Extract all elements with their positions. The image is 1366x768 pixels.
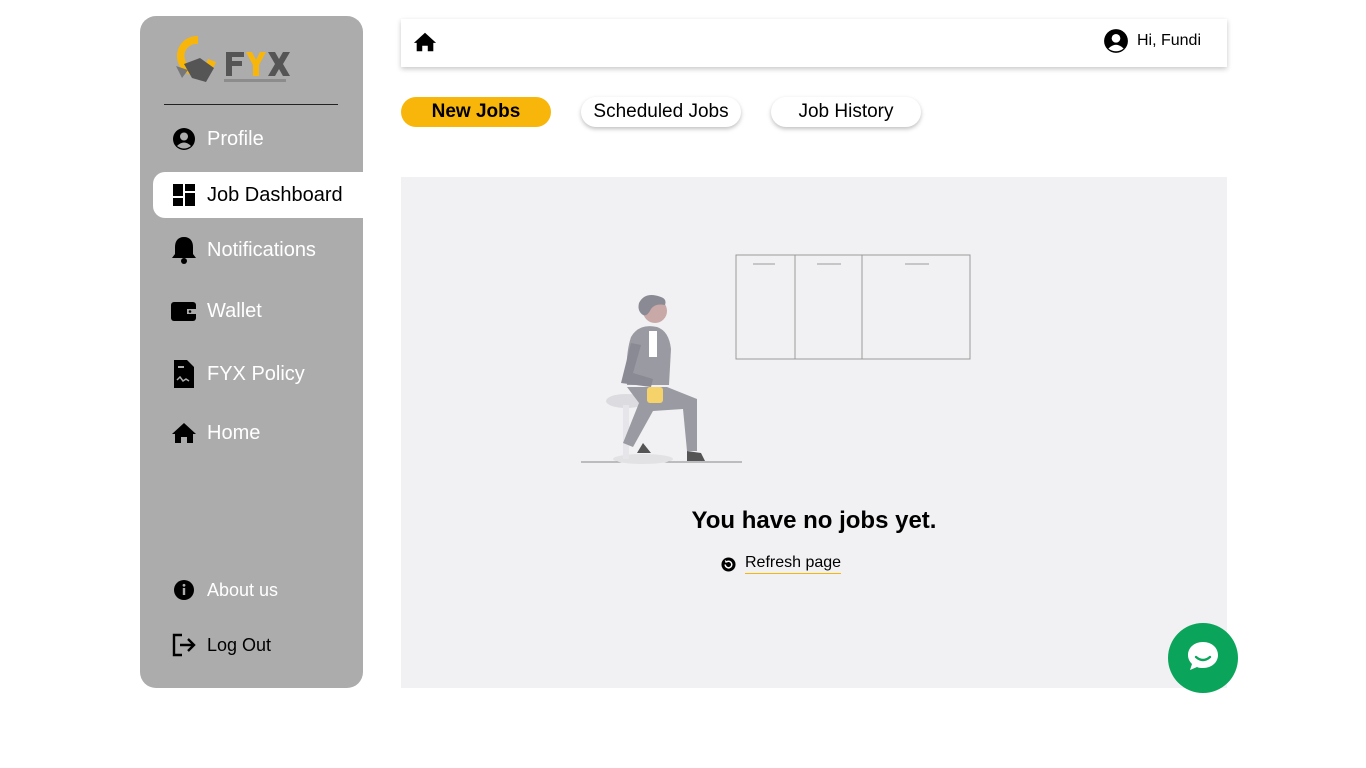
refresh-icon	[721, 556, 736, 572]
sidebar-item-notifications[interactable]: Notifications	[153, 227, 363, 273]
top-bar: Hi, Fundi	[401, 19, 1227, 67]
sidebar-item-label: Log Out	[207, 634, 272, 655]
refresh-page-link[interactable]: Refresh page	[721, 554, 842, 574]
sidebar-item-label: FYX Policy	[207, 362, 305, 385]
sidebar-item-log-out[interactable]: Log Out	[153, 622, 363, 668]
user-circle-icon	[169, 127, 199, 151]
tab-job-history[interactable]: Job History	[771, 97, 921, 127]
empty-state-message: You have no jobs yet.	[691, 507, 937, 534]
jobs-panel: You have no jobs yet. Refresh page	[401, 177, 1227, 688]
sidebar-item-label: Wallet	[207, 299, 262, 322]
logout-icon	[169, 632, 199, 658]
sidebar-item-label: About us	[207, 579, 279, 600]
info-icon	[169, 580, 199, 600]
sidebar-item-label: Job Dashboard	[207, 183, 343, 206]
home-icon	[169, 422, 199, 444]
sidebar-item-profile[interactable]: Profile	[153, 116, 363, 162]
greeting-text: Hi, Fundi	[1136, 32, 1201, 49]
chat-bubble-icon	[1186, 640, 1220, 677]
tab-new-jobs[interactable]: New Jobs	[401, 97, 551, 127]
bell-icon	[169, 235, 199, 265]
sidebar: Profile Job Dashboard Notifications Wall…	[140, 16, 363, 688]
user-greeting[interactable]: Hi, Fundi	[1103, 28, 1201, 54]
tab-scheduled-jobs[interactable]: Scheduled Jobs	[581, 97, 741, 127]
sidebar-item-wallet[interactable]: Wallet	[153, 288, 363, 334]
sidebar-item-about-us[interactable]: About us	[153, 567, 363, 613]
empty-state-illustration	[571, 247, 991, 472]
fyx-logo[interactable]	[168, 30, 298, 90]
sidebar-item-job-dashboard[interactable]: Job Dashboard	[153, 172, 363, 218]
home-icon[interactable]	[413, 31, 437, 55]
policy-document-icon	[169, 360, 199, 388]
refresh-page-label: Refresh page	[745, 554, 842, 574]
sidebar-item-label: Home	[207, 421, 261, 444]
logo-divider	[164, 104, 338, 105]
user-circle-icon	[1103, 28, 1129, 54]
wallet-icon	[169, 300, 199, 322]
sidebar-item-label: Notifications	[207, 238, 316, 261]
sidebar-item-home[interactable]: Home	[153, 410, 363, 456]
chat-button[interactable]	[1168, 623, 1238, 693]
sidebar-item-fyx-policy[interactable]: FYX Policy	[153, 351, 363, 397]
sidebar-item-label: Profile	[207, 127, 264, 150]
dashboard-icon	[169, 184, 199, 206]
